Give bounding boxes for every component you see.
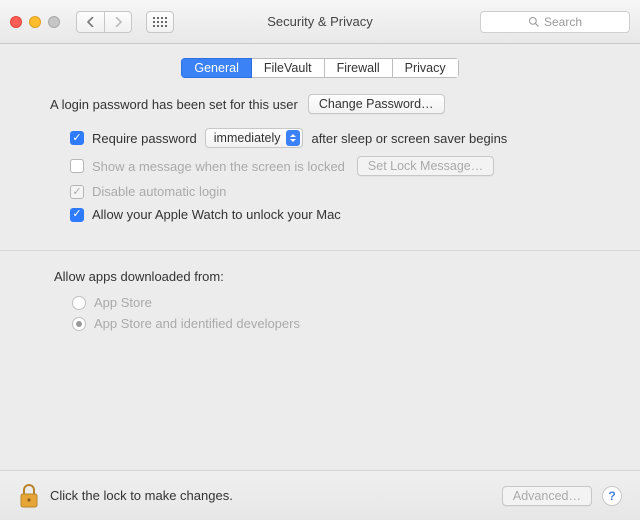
search-placeholder: Search [544, 15, 582, 29]
require-password-label-post: after sleep or screen saver begins [311, 131, 507, 146]
require-password-option[interactable]: Require password immediately after sleep… [54, 124, 606, 152]
tab-filevault[interactable]: FileVault [252, 58, 325, 78]
nav-buttons [76, 11, 132, 33]
apple-watch-label: Allow your Apple Watch to unlock your Ma… [92, 207, 341, 222]
require-password-delay-select[interactable]: immediately [205, 128, 304, 148]
login-password-text: A login password has been set for this u… [50, 97, 298, 112]
titlebar: Security & Privacy Search [0, 0, 640, 44]
download-sources-section: Allow apps downloaded from: App Store Ap… [26, 269, 614, 344]
footer: Click the lock to make changes. Advanced… [0, 470, 640, 520]
close-icon[interactable] [10, 16, 22, 28]
radio-icon [72, 296, 86, 310]
login-section: A login password has been set for this u… [26, 94, 614, 240]
require-password-label-pre: Require password [92, 131, 197, 146]
set-lock-message-button: Set Lock Message… [357, 156, 494, 176]
advanced-button[interactable]: Advanced… [502, 486, 592, 506]
download-source-appstore: App Store [72, 292, 606, 313]
disable-auto-login-option: Disable automatic login [54, 180, 606, 203]
lock-icon[interactable] [18, 483, 40, 509]
minimize-icon[interactable] [29, 16, 41, 28]
separator [0, 250, 640, 251]
back-button[interactable] [76, 11, 104, 33]
change-password-button[interactable]: Change Password… [308, 94, 445, 114]
download-source-identified: App Store and identified developers [72, 313, 606, 334]
search-input[interactable]: Search [480, 11, 630, 33]
forward-button[interactable] [104, 11, 132, 33]
show-all-button[interactable] [146, 11, 174, 33]
help-button[interactable]: ? [602, 486, 622, 506]
window-controls [10, 16, 60, 28]
apple-watch-option[interactable]: Allow your Apple Watch to unlock your Ma… [54, 203, 606, 226]
tab-general[interactable]: General [181, 58, 251, 78]
require-password-checkbox[interactable] [70, 131, 84, 145]
show-message-label: Show a message when the screen is locked [92, 159, 345, 174]
grid-icon [153, 17, 167, 27]
show-message-option: Show a message when the screen is locked… [54, 152, 606, 180]
tab-bar: General FileVault Firewall Privacy [26, 58, 614, 78]
show-message-checkbox [70, 159, 84, 173]
disable-auto-login-label: Disable automatic login [92, 184, 226, 199]
download-source-label: App Store [94, 295, 152, 310]
apple-watch-checkbox[interactable] [70, 208, 84, 222]
download-source-label: App Store and identified developers [94, 316, 300, 331]
content: General FileVault Firewall Privacy A log… [0, 44, 640, 344]
require-password-delay-value: immediately [214, 131, 281, 145]
disable-auto-login-checkbox [70, 185, 84, 199]
chevron-updown-icon [286, 130, 300, 146]
tab-firewall[interactable]: Firewall [325, 58, 393, 78]
tab-privacy[interactable]: Privacy [393, 58, 459, 78]
search-icon [528, 16, 540, 28]
zoom-icon[interactable] [48, 16, 60, 28]
radio-icon [72, 317, 86, 331]
lock-text: Click the lock to make changes. [50, 488, 233, 503]
download-sources-heading: Allow apps downloaded from: [54, 269, 606, 284]
